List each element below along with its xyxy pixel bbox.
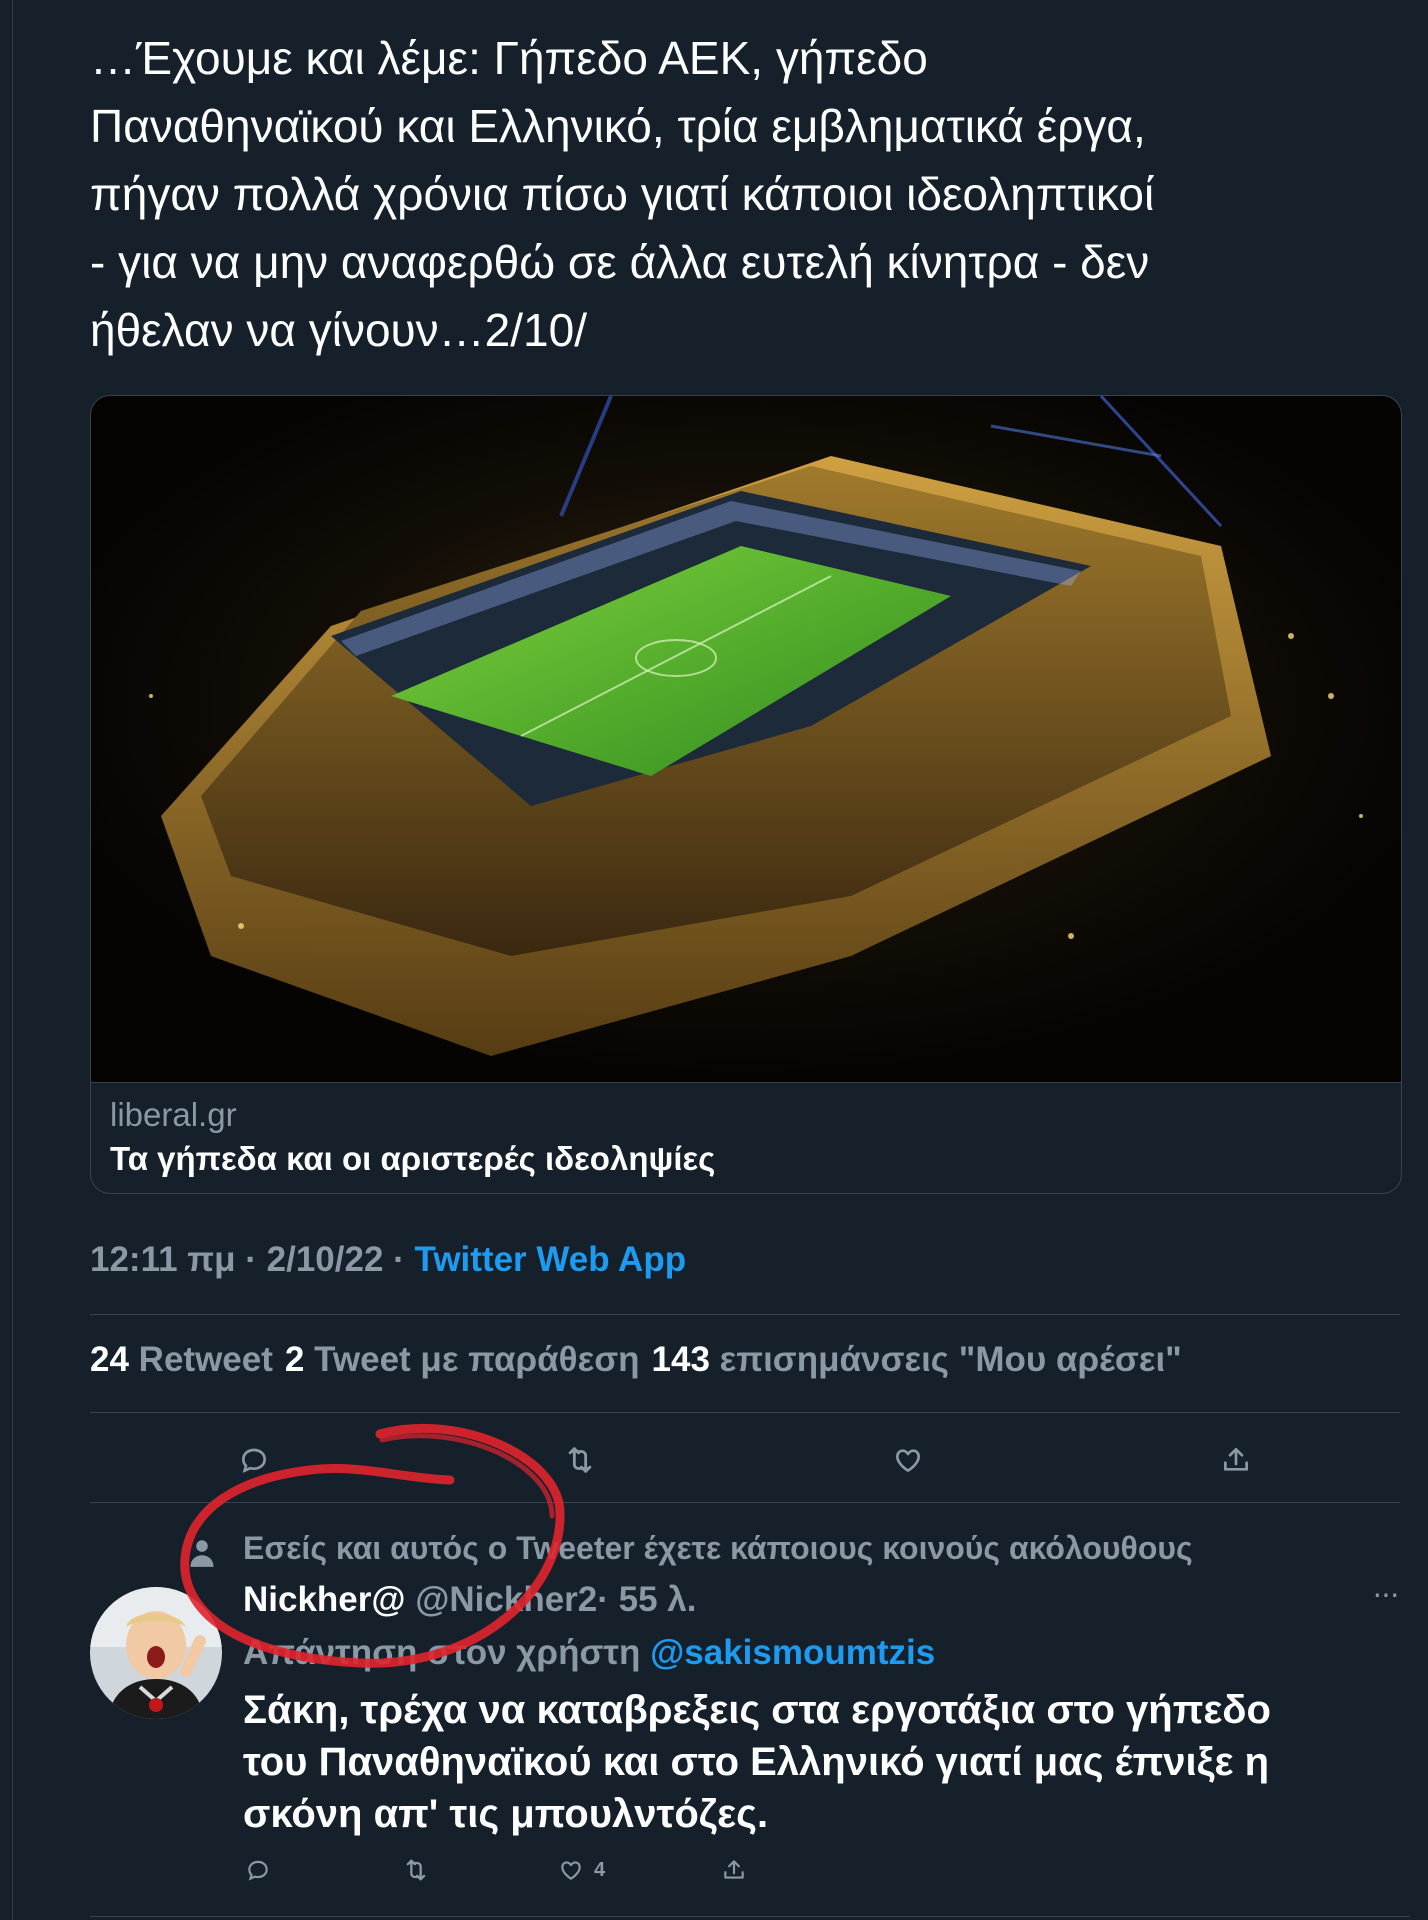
- reply-button[interactable]: [230, 1436, 278, 1484]
- reply-icon: [248, 1860, 268, 1881]
- author-name: Nickher@: [243, 1580, 406, 1619]
- likes-label: επισημάνσεις "Μου αρέσει": [719, 1340, 1182, 1379]
- retweets-label: Retweet: [138, 1340, 273, 1379]
- likes-count: 143: [651, 1340, 710, 1379]
- share-icon: [724, 1860, 744, 1879]
- divider: [90, 1916, 1410, 1917]
- column-border: [12, 0, 13, 1920]
- like-button[interactable]: [884, 1436, 932, 1484]
- reply-text: Σάκη, τρέχα να καταβρεξεις στα εργοτάξια…: [243, 1688, 1271, 1836]
- quotes-count: 2: [284, 1340, 305, 1379]
- tweet-source-link[interactable]: Twitter Web App: [415, 1240, 687, 1279]
- replying-to-handle[interactable]: @sakismoumtzis: [650, 1633, 935, 1672]
- reply-time: · 55 λ.: [597, 1580, 697, 1619]
- tweet-stats: 24 Retweet 2 Tweet με παράθεση 143 επισημά…: [90, 1340, 1182, 1380]
- avatar[interactable]: [90, 1587, 222, 1719]
- reply-author[interactable]: Nickher@ @Nickher2· 55 λ.: [243, 1580, 697, 1620]
- reply-share-button[interactable]: [718, 1854, 750, 1886]
- share-icon: [1224, 1448, 1248, 1471]
- like-icon: [561, 1861, 581, 1880]
- meta-separator: ·: [383, 1240, 415, 1279]
- person-icon: [190, 1540, 214, 1567]
- divider: [90, 1502, 1400, 1503]
- tweet-text: …Έχουμε και λέμε: Γήπεδο ΑΕΚ, γήπεδο Παν…: [90, 32, 1155, 356]
- reply-retweet-button[interactable]: [400, 1854, 432, 1886]
- tweet-date[interactable]: 2/10/22: [267, 1240, 384, 1279]
- reply-reply-button[interactable]: [242, 1854, 274, 1886]
- reply-icon: [241, 1448, 267, 1474]
- stadium-night-aerial-photo: [91, 396, 1401, 1082]
- link-card[interactable]: liberal.gr Τα γήπεδα και οι αριστερές ιδ…: [90, 395, 1402, 1194]
- likes-stat[interactable]: 143 επισημάνσεις "Μου αρέσει": [652, 1340, 1182, 1379]
- more-options-icon[interactable]: ···: [1372, 1575, 1400, 1612]
- tweet-meta: 12:11 πμ · 2/10/22 · Twitter Web App: [90, 1240, 686, 1280]
- link-title: Τα γήπεδα και οι αριστερές ιδεοληψίες: [110, 1140, 716, 1177]
- like-icon: [896, 1449, 920, 1472]
- retweet-icon: [406, 1859, 426, 1881]
- author-handle: @Nickher2: [415, 1580, 598, 1619]
- reply-like-count: 4: [594, 1858, 606, 1881]
- retweets-count: 24: [90, 1340, 129, 1379]
- tweet-time[interactable]: 12:11 πμ: [90, 1240, 236, 1279]
- share-button[interactable]: [1212, 1436, 1260, 1484]
- link-domain: liberal.gr: [110, 1096, 237, 1133]
- child-avatar-photo: [90, 1587, 222, 1719]
- retweets-stat[interactable]: 24 Retweet: [90, 1340, 273, 1379]
- social-context: Εσείς και αυτός ο Tweeter έχετε κάποιους…: [243, 1530, 1193, 1566]
- reply-like-button[interactable]: 4: [558, 1854, 605, 1886]
- quotes-label: Tweet με παράθεση: [314, 1340, 640, 1379]
- divider: [90, 1412, 1400, 1413]
- card-divider: [91, 1082, 1401, 1083]
- replying-to: Απάντηση στον χρήστη @sakismoumtzis: [243, 1633, 935, 1673]
- quotes-stat[interactable]: 2 Tweet με παράθεση: [285, 1340, 640, 1379]
- meta-separator: ·: [235, 1240, 267, 1279]
- retweet-icon: [568, 1447, 592, 1473]
- divider: [90, 1314, 1400, 1315]
- replying-to-label: Απάντηση στον χρήστη: [243, 1633, 641, 1672]
- retweet-button[interactable]: [556, 1436, 604, 1484]
